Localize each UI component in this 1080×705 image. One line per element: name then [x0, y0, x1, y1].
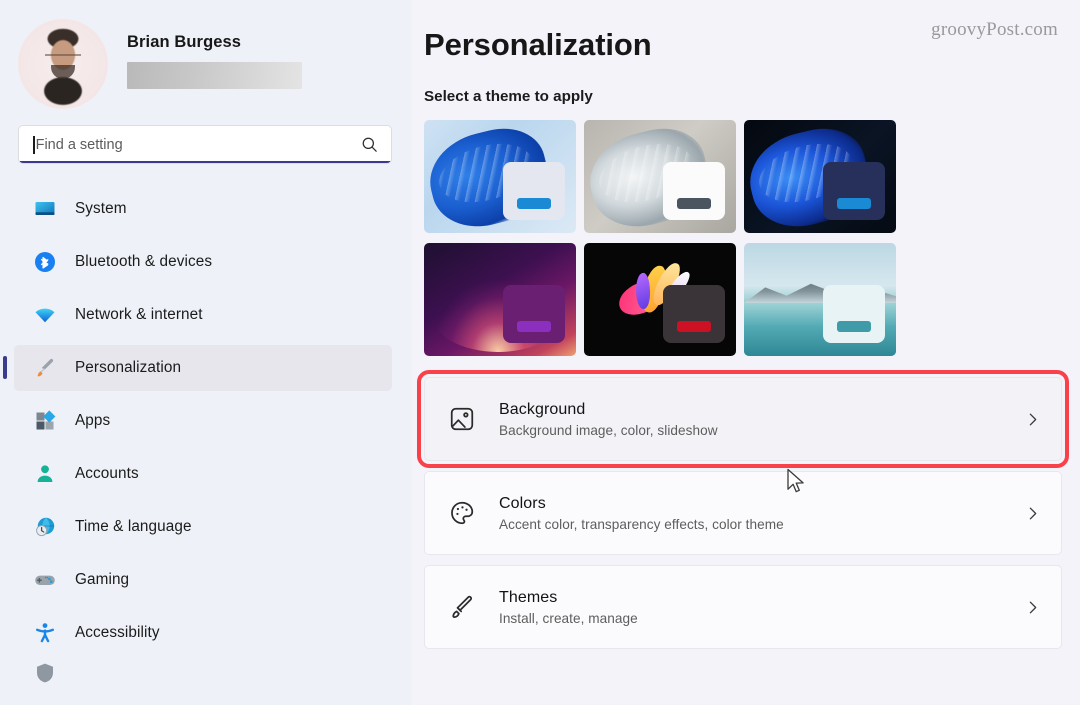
text-caret: [33, 135, 35, 154]
theme-preview-panel: [663, 162, 725, 220]
sidebar-item-label: Gaming: [75, 571, 130, 588]
wifi-icon: [32, 302, 58, 328]
paintbrush-icon: [447, 592, 477, 622]
monitor-icon: [32, 196, 58, 222]
theme-tile[interactable]: [424, 243, 576, 356]
sidebar-item-partial-below[interactable]: [14, 663, 392, 683]
sidebar-item-bluetooth-devices[interactable]: Bluetooth & devices: [14, 239, 392, 285]
setting-row-title: Background: [499, 400, 586, 418]
sidebar-item-system[interactable]: System: [14, 186, 392, 232]
theme-tile[interactable]: [424, 120, 576, 233]
person-icon: [32, 461, 58, 487]
setting-row-themes[interactable]: Themes Install, create, manage: [424, 565, 1062, 649]
search-container: [18, 125, 392, 164]
theme-accent-bar: [517, 321, 551, 332]
chevron-right-icon[interactable]: [1024, 411, 1041, 428]
watermark: groovyPost.com: [931, 19, 1058, 40]
setting-row-subtitle: Install, create, manage: [499, 610, 638, 626]
theme-accent-bar: [517, 198, 551, 209]
sidebar-item-network-internet[interactable]: Network & internet: [14, 292, 392, 338]
setting-row-text: Background Background image, color, slid…: [499, 401, 1024, 438]
theme-accent-bar: [677, 198, 711, 209]
sidebar-item-label: Bluetooth & devices: [75, 253, 213, 270]
theme-tile[interactable]: [744, 243, 896, 356]
sidebar-item-accessibility[interactable]: Accessibility: [14, 610, 392, 656]
sidebar-item-label: Accounts: [75, 465, 139, 482]
setting-row-text: Colors Accent color, transparency effect…: [499, 495, 1024, 532]
settings-card-list: Background Background image, color, slid…: [417, 370, 1069, 649]
user-profile[interactable]: Brian Burgess: [0, 0, 412, 109]
clock-globe-icon: [32, 514, 58, 540]
search-icon[interactable]: [360, 135, 379, 154]
theme-preview-panel: [663, 285, 725, 343]
search-box[interactable]: [18, 125, 392, 164]
setting-row-subtitle: Accent color, transparency effects, colo…: [499, 516, 784, 532]
theme-preview-panel: [503, 285, 565, 343]
palette-icon: [447, 498, 477, 528]
theme-preview-panel: [823, 285, 885, 343]
sidebar: Brian Burgess Find a setting System Blue…: [0, 0, 412, 705]
profile-name: Brian Burgess: [127, 32, 242, 51]
sidebar-item-gaming[interactable]: Gaming: [14, 557, 392, 603]
accessibility-icon: [32, 620, 58, 646]
avatar[interactable]: [18, 19, 108, 109]
sidebar-item-time-language[interactable]: Time & language: [14, 504, 392, 550]
avatar-glasses-detail: [45, 54, 81, 62]
picture-icon: [447, 404, 477, 434]
theme-accent-bar: [837, 198, 871, 209]
theme-preview-panel: [823, 162, 885, 220]
avatar-photo: [18, 19, 108, 109]
sidebar-item-label: Personalization: [75, 359, 182, 376]
theme-tile[interactable]: [584, 243, 736, 356]
setting-row-background[interactable]: Background Background image, color, slid…: [417, 370, 1069, 468]
sidebar-item-label: Apps: [75, 412, 111, 429]
sidebar-item-label: Network & internet: [75, 306, 203, 323]
theme-accent-bar: [677, 321, 711, 332]
gamepad-icon: [32, 567, 58, 593]
setting-row-text: Themes Install, create, manage: [499, 589, 1024, 626]
bluetooth-icon: [32, 249, 58, 275]
theme-preview-panel: [503, 162, 565, 220]
sidebar-item-label: System: [75, 200, 127, 217]
sidebar-item-apps[interactable]: Apps: [14, 398, 392, 444]
shield-icon: [32, 663, 58, 683]
profile-text: Brian Burgess: [127, 33, 302, 95]
setting-row-colors[interactable]: Colors Accent color, transparency effect…: [424, 471, 1062, 555]
sidebar-item-label: Accessibility: [75, 624, 160, 641]
settings-window: Brian Burgess Find a setting System Blue…: [0, 0, 1080, 705]
chevron-right-icon[interactable]: [1024, 505, 1041, 522]
theme-accent-bar: [837, 321, 871, 332]
theme-tile[interactable]: [584, 120, 736, 233]
setting-row-subtitle: Background image, color, slideshow: [499, 422, 718, 438]
sidebar-item-label: Time & language: [75, 518, 192, 535]
profile-email-redacted: [127, 62, 302, 90]
paintbrush-icon: [32, 355, 58, 381]
setting-row-title: Themes: [499, 588, 558, 606]
theme-tile[interactable]: [744, 120, 896, 233]
sidebar-item-personalization[interactable]: Personalization: [3, 345, 392, 391]
main-content: groovyPost.com Personalization Select a …: [412, 0, 1080, 705]
search-input[interactable]: [35, 136, 360, 153]
theme-grid: [421, 120, 1062, 356]
apps-icon: [32, 408, 58, 434]
sidebar-item-accounts[interactable]: Accounts: [14, 451, 392, 497]
sidebar-nav: System Bluetooth & devices Network & int…: [0, 186, 412, 683]
chevron-right-icon[interactable]: [1024, 599, 1041, 616]
theme-section-label: Select a theme to apply: [424, 88, 593, 105]
setting-row-title: Colors: [499, 494, 546, 512]
